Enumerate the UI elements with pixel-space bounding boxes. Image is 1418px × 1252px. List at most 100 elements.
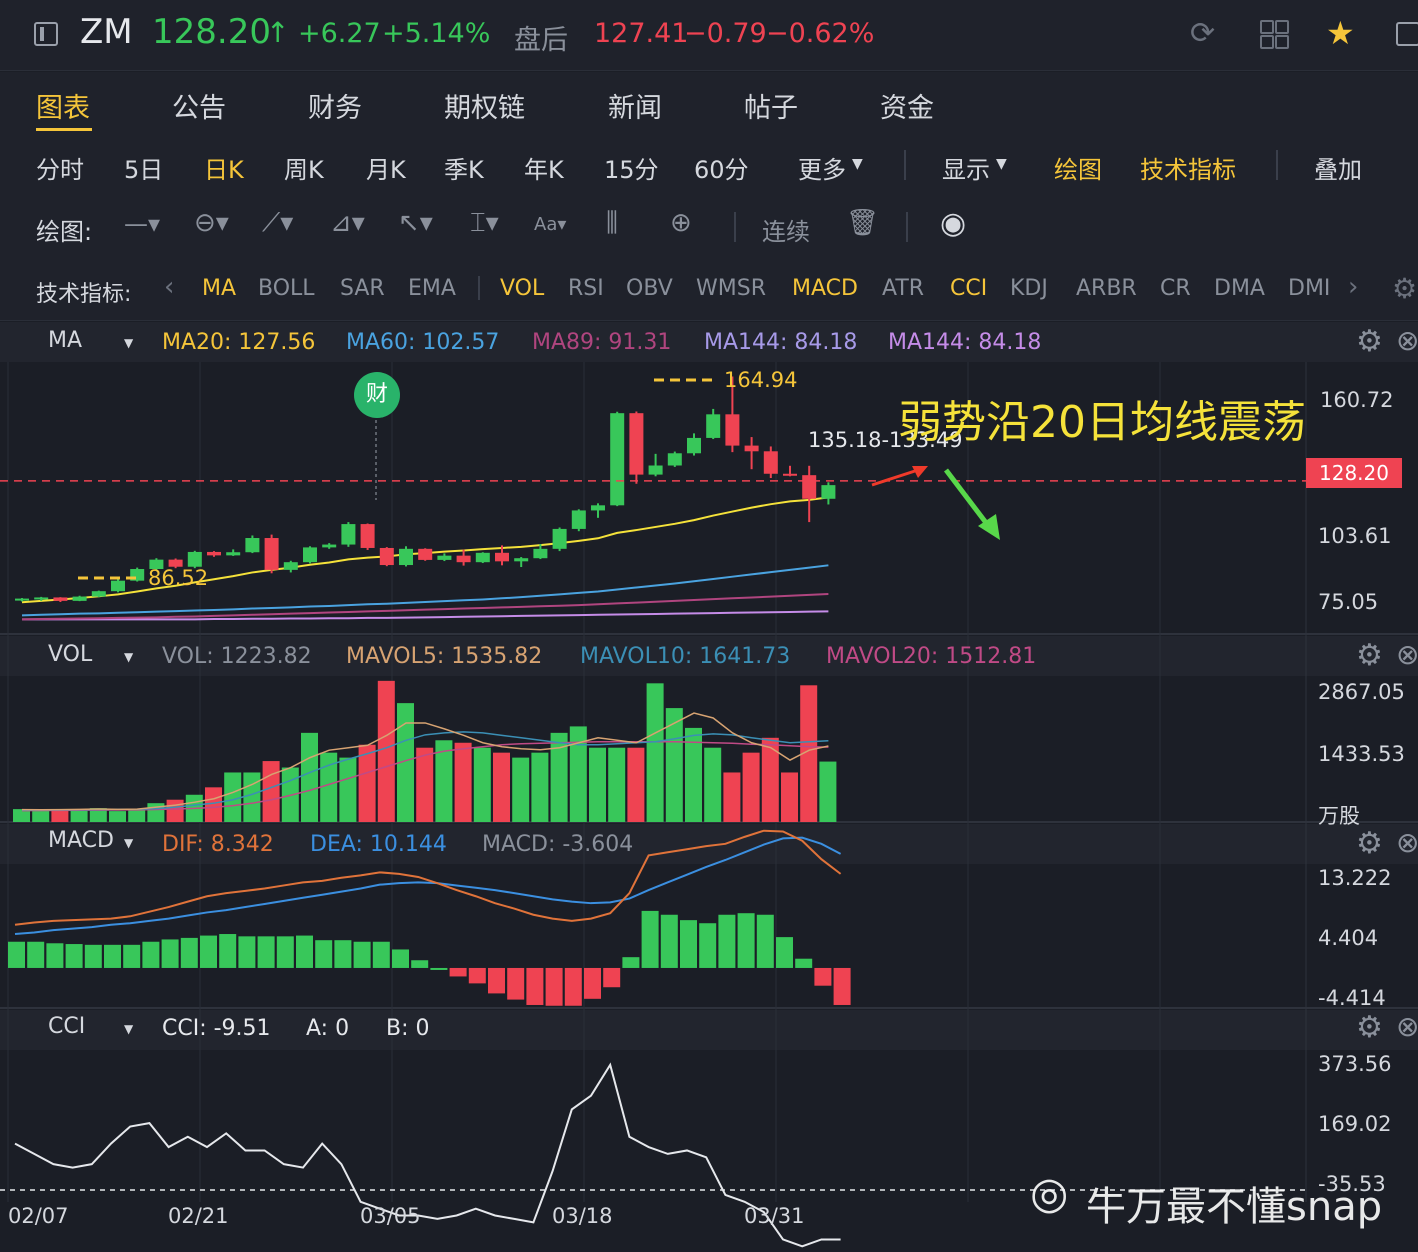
stock-chart[interactable] [0, 322, 1418, 1252]
earnings-badge[interactable]: 财 [354, 372, 400, 418]
period-yearly[interactable]: 年K [524, 150, 564, 185]
candle-body [456, 555, 471, 563]
chevron-down-icon[interactable]: ▼ [124, 650, 133, 664]
measure-tool-icon[interactable]: ⌶▾ [470, 208, 499, 239]
ma20-value: MA20: 127.56 [162, 330, 316, 355]
ma144-value: MA144: 84.18 [704, 330, 858, 355]
tab-options-chain[interactable]: 期权链 [444, 86, 525, 125]
candle-body [72, 596, 87, 601]
fib-tool-icon[interactable]: ⊿▾ [330, 208, 365, 238]
gear-icon[interactable]: ⚙ [1356, 1010, 1383, 1045]
eye-icon[interactable]: ◉ [940, 206, 966, 241]
tab-financials[interactable]: 财务 [308, 86, 362, 125]
macd-histogram-bar [622, 957, 640, 968]
gear-icon[interactable]: ⚙ [1356, 638, 1383, 673]
vol-panel-name[interactable]: VOL [48, 642, 92, 667]
display-dropdown[interactable]: 显示 [942, 150, 990, 185]
period-60min[interactable]: 60分 [694, 150, 749, 185]
tab-capital[interactable]: 资金 [880, 86, 934, 125]
tab-posts[interactable]: 帖子 [744, 86, 798, 125]
ma144-value-2: MA144: 84.18 [888, 330, 1042, 355]
period-quarterly[interactable]: 季K [444, 150, 484, 185]
period-weekly[interactable]: 周K [284, 150, 324, 185]
chevron-down-icon[interactable]: ▼ [124, 336, 133, 350]
sidebar-toggle-icon[interactable] [34, 22, 58, 46]
draw-tool-button[interactable]: 绘图 [1054, 150, 1102, 185]
gear-icon[interactable]: ⚙ [1356, 324, 1383, 359]
macd-histogram-bar [737, 913, 755, 968]
mavol5-value: MAVOL5: 1535.82 [346, 644, 543, 669]
indicator-boll[interactable]: BOLL [258, 276, 315, 301]
close-icon[interactable]: ⊗ [1396, 324, 1418, 357]
circle-tool-icon[interactable]: ⊖▾ [194, 208, 229, 238]
overlay-button[interactable]: 叠加 [1314, 150, 1362, 185]
ma-axis-label: 103.61 [1318, 524, 1392, 548]
macd-histogram-bar [468, 967, 486, 984]
low-price-label: 86.52 [148, 566, 209, 590]
zoom-icon[interactable]: ⊕ [670, 208, 692, 238]
indicator-cci[interactable]: CCI [950, 276, 987, 301]
chevron-down-icon[interactable]: ▼ [124, 836, 133, 850]
gear-icon[interactable]: ⚙ [1392, 272, 1417, 305]
close-icon[interactable]: ⊗ [1396, 826, 1418, 859]
arrow-tool-icon[interactable]: ↖▾ [398, 208, 433, 238]
indicator-wmsr[interactable]: WMSR [696, 276, 766, 301]
macd-histogram-bar [353, 941, 371, 968]
indicator-macd[interactable]: MACD [792, 276, 858, 301]
continuous-toggle[interactable]: 连续 [762, 212, 810, 247]
line-tool-icon[interactable]: —▾ [124, 210, 160, 238]
indicator-kdj[interactable]: KDJ [1010, 276, 1048, 301]
period-5day[interactable]: 5日 [124, 150, 163, 185]
volume-bar [166, 799, 184, 822]
indicator-sar[interactable]: SAR [340, 276, 385, 301]
period-more[interactable]: 更多 [798, 150, 846, 185]
tab-announcements[interactable]: 公告 [172, 86, 226, 125]
chevron-left-icon[interactable]: ‹ [164, 272, 174, 302]
volume-bar [704, 747, 722, 822]
wave-tool-icon[interactable]: ⟋▾ [262, 208, 293, 239]
ma-panel-name[interactable]: MA [48, 328, 82, 353]
close-icon[interactable]: ⊗ [1396, 1010, 1418, 1043]
indicator-arbr[interactable]: ARBR [1076, 276, 1137, 301]
macd-histogram-bar [603, 967, 621, 988]
close-icon[interactable]: ⊗ [1396, 638, 1418, 671]
grid-icon[interactable] [1260, 20, 1289, 49]
indicator-rsi[interactable]: RSI [568, 276, 604, 301]
chevron-right-icon[interactable]: › [1348, 272, 1358, 302]
macd-panel-name[interactable]: MACD [48, 828, 114, 853]
candles-tool-icon[interactable]: ⫼ [606, 208, 618, 239]
indicator-atr[interactable]: ATR [882, 276, 924, 301]
main-tabs: 图表 公告 财务 期权链 新闻 帖子 资金 [0, 72, 1418, 135]
refresh-icon[interactable]: ⟳ [1190, 16, 1215, 51]
volume-bar [339, 757, 357, 822]
macd-histogram-bar [430, 967, 448, 970]
period-monthly[interactable]: 月K [366, 150, 406, 185]
indicator-vol[interactable]: VOL [500, 276, 544, 301]
indicator-dma[interactable]: DMA [1214, 276, 1265, 301]
candle-body [53, 597, 68, 601]
volume-bar [358, 744, 376, 822]
period-15min[interactable]: 15分 [604, 150, 659, 185]
macd-histogram-bar [219, 934, 237, 968]
macd-histogram-bar [142, 941, 160, 968]
text-tool-icon[interactable]: Aa▾ [534, 214, 566, 235]
period-daily[interactable]: 日K [204, 150, 244, 185]
cci-panel-name[interactable]: CCI [48, 1014, 85, 1039]
divider [734, 212, 736, 242]
panel-toggle-icon[interactable] [1396, 22, 1418, 46]
trash-icon[interactable]: 🗑 [846, 208, 879, 238]
tab-news[interactable]: 新闻 [608, 86, 662, 125]
favorite-star-icon[interactable]: ★ [1326, 14, 1355, 52]
indicator-tool-button[interactable]: 技术指标 [1140, 150, 1236, 185]
macd-histogram-bar [276, 936, 294, 968]
indicator-ma[interactable]: MA [202, 276, 236, 301]
indicator-obv[interactable]: OBV [626, 276, 673, 301]
period-intraday[interactable]: 分时 [36, 150, 84, 185]
tab-chart[interactable]: 图表 [36, 86, 90, 125]
gear-icon[interactable]: ⚙ [1356, 826, 1383, 861]
chevron-down-icon[interactable]: ▼ [124, 1022, 133, 1036]
ma-axis-label: 160.72 [1320, 388, 1394, 412]
indicator-ema[interactable]: EMA [408, 276, 456, 301]
indicator-dmi[interactable]: DMI [1288, 276, 1330, 301]
indicator-cr[interactable]: CR [1160, 276, 1191, 301]
